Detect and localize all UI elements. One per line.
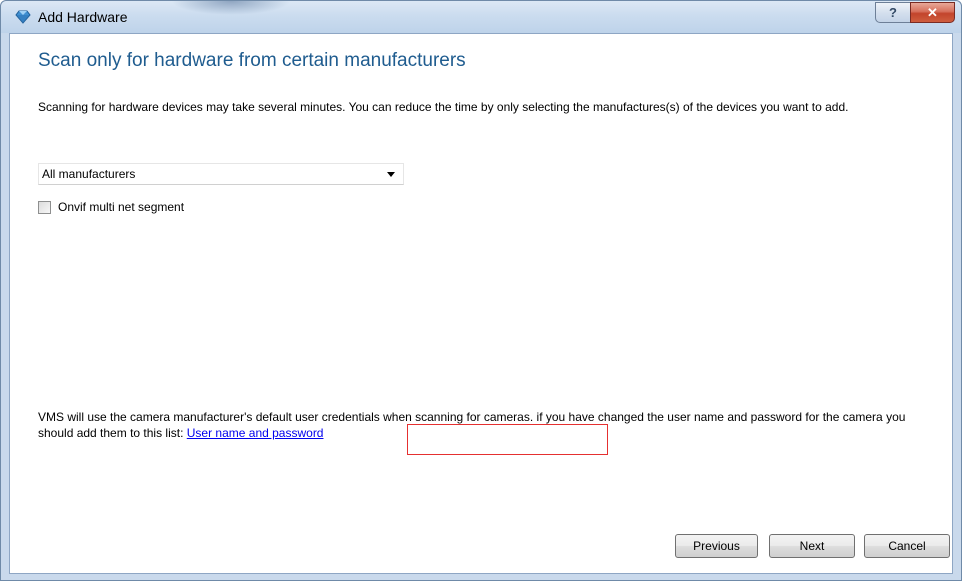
title-bar-glow <box>171 1 291 15</box>
onvif-multi-net-segment-label[interactable]: Onvif multi net segment <box>58 200 184 214</box>
page-description: Scanning for hardware devices may take s… <box>38 100 849 114</box>
add-hardware-window: Add Hardware ? ✕ <box>0 0 962 581</box>
previous-button[interactable]: Previous <box>675 534 758 558</box>
help-button[interactable]: ? <box>875 2 911 23</box>
credentials-info-text: VMS will use the camera manufacturer's d… <box>38 410 906 440</box>
close-icon: ✕ <box>927 4 938 20</box>
app-diamond-icon <box>15 10 31 24</box>
credentials-info: VMS will use the camera manufacturer's d… <box>38 409 938 441</box>
cancel-button[interactable]: Cancel <box>864 534 950 558</box>
manufacturer-select[interactable]: All manufacturers <box>38 163 404 185</box>
page-heading: Scan only for hardware from certain manu… <box>38 50 466 71</box>
close-button[interactable]: ✕ <box>910 2 955 23</box>
next-button[interactable]: Next <box>769 534 855 558</box>
title-bar[interactable]: Add Hardware ? ✕ <box>1 1 961 33</box>
user-name-and-password-link[interactable]: User name and password <box>187 426 324 440</box>
onvif-multi-net-segment-checkbox[interactable] <box>38 200 51 214</box>
manufacturer-select-value: All manufacturers <box>42 167 136 181</box>
help-icon: ? <box>889 5 897 20</box>
chevron-down-icon <box>387 172 395 177</box>
window-title: Add Hardware <box>38 9 128 25</box>
onvif-multi-net-segment-option[interactable]: Onvif multi net segment <box>38 199 184 215</box>
